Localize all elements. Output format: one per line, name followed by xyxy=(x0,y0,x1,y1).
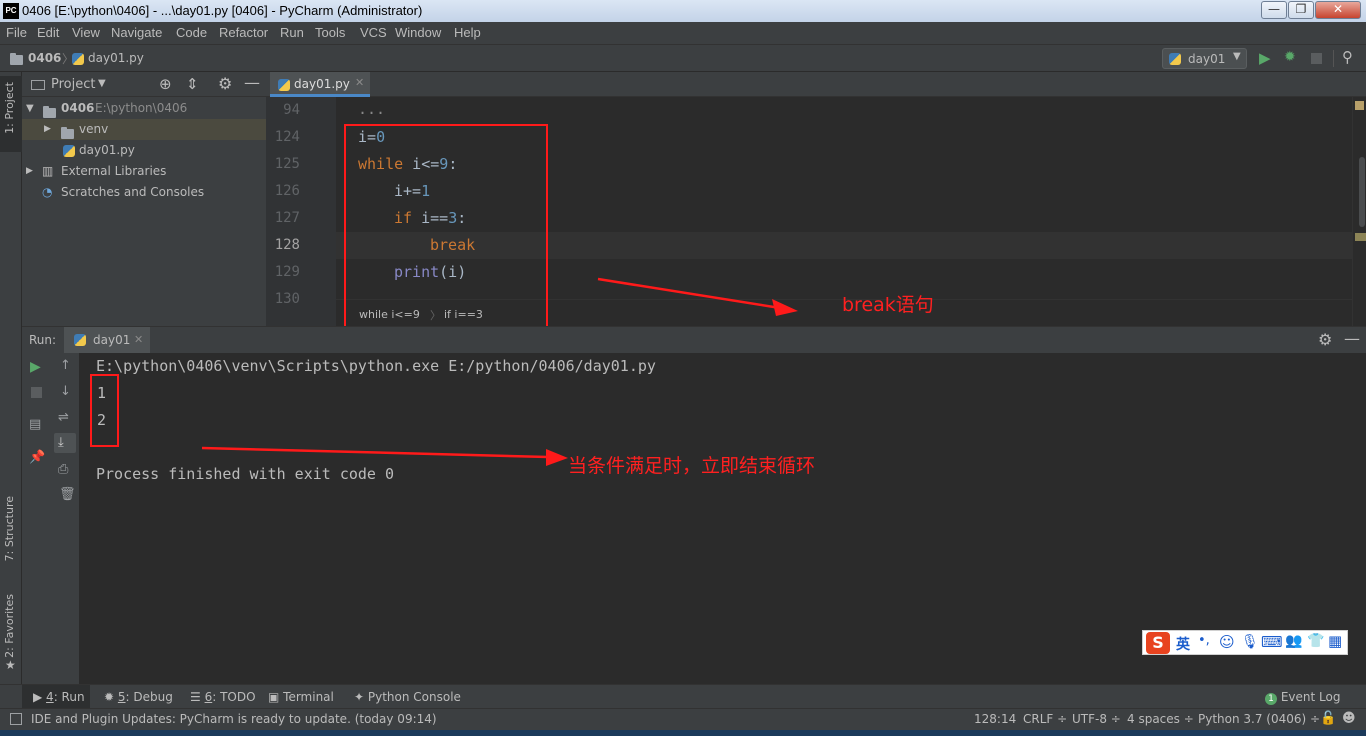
arrow-line-break xyxy=(597,277,781,310)
event-log-label: Event Log xyxy=(1280,690,1341,704)
ime-punctuation-icon[interactable]: •, xyxy=(1198,633,1210,648)
indent-setting[interactable]: 4 spaces ÷ xyxy=(1127,712,1194,726)
ime-menu-icon[interactable]: ▦ xyxy=(1328,632,1342,650)
event-log-tab[interactable]: 1 Event Log xyxy=(1265,690,1340,705)
file-encoding[interactable]: UTF-8 ÷ xyxy=(1072,712,1121,726)
ime-language-toggle[interactable]: 英 xyxy=(1176,634,1190,654)
tab-label: : TODO xyxy=(212,690,256,704)
annotation-break-note: break语句 xyxy=(842,294,934,316)
ime-user-icon[interactable]: 👥 xyxy=(1285,633,1302,649)
todo-tool-tab[interactable]: ☰ 6: TODO xyxy=(190,690,256,704)
annotation-loop-note: 当条件满足时，立即结束循环 xyxy=(568,455,816,477)
ime-logo-icon: S xyxy=(1146,632,1170,654)
ime-keyboard-icon[interactable]: ⌨ xyxy=(1261,633,1283,651)
status-toggle-icon[interactable] xyxy=(10,713,22,725)
tab-shortcut-key: 5 xyxy=(117,690,126,704)
lock-icon[interactable]: 🔓 xyxy=(1320,711,1336,726)
status-message[interactable]: IDE and Plugin Updates: PyCharm is ready… xyxy=(31,712,437,726)
ime-emoji-icon[interactable]: ☺ xyxy=(1219,633,1235,651)
ime-voice-icon[interactable]: 🎙 xyxy=(1241,634,1259,650)
tab-label: : Run xyxy=(53,690,85,704)
tab-label: : Debug xyxy=(125,690,173,704)
bottom-tool-tabs: ▶ 4: Run ✹ 5: Debug ☰ 6: TODO ▣ Terminal… xyxy=(0,684,1366,709)
status-bar: IDE and Plugin Updates: PyCharm is ready… xyxy=(0,708,1366,730)
arrowhead-break xyxy=(772,299,798,316)
annotation-arrows xyxy=(201,277,798,466)
terminal-tool-tab[interactable]: ▣ Terminal xyxy=(268,690,334,704)
ime-toolbar[interactable]: S 英 •, ☺ 🎙 ⌨ 👥 👕 ▦ xyxy=(1142,630,1348,655)
windows-taskbar xyxy=(0,730,1366,736)
python-interpreter[interactable]: Python 3.7 (0406) ÷ xyxy=(1198,712,1320,726)
caret-position[interactable]: 128:14 xyxy=(974,712,1016,726)
arrowhead-loop xyxy=(546,449,568,466)
tab-shortcut-key: 4 xyxy=(46,690,54,704)
tab-label: Python Console xyxy=(367,690,461,704)
debug-tool-tab[interactable]: ✹ 5: Debug xyxy=(104,690,173,704)
inspector-icon[interactable]: ☻ xyxy=(1342,711,1356,726)
event-log-badge: 1 xyxy=(1265,693,1277,705)
run-tool-tab[interactable]: ▶ 4: Run xyxy=(33,690,85,704)
line-separator[interactable]: CRLF ÷ xyxy=(1023,712,1067,726)
arrow-line-loop xyxy=(201,446,549,459)
ime-skin-icon[interactable]: 👕 xyxy=(1307,633,1324,649)
tab-label: Terminal xyxy=(283,690,334,704)
python-console-tool-tab[interactable]: ✦ Python Console xyxy=(354,690,461,704)
